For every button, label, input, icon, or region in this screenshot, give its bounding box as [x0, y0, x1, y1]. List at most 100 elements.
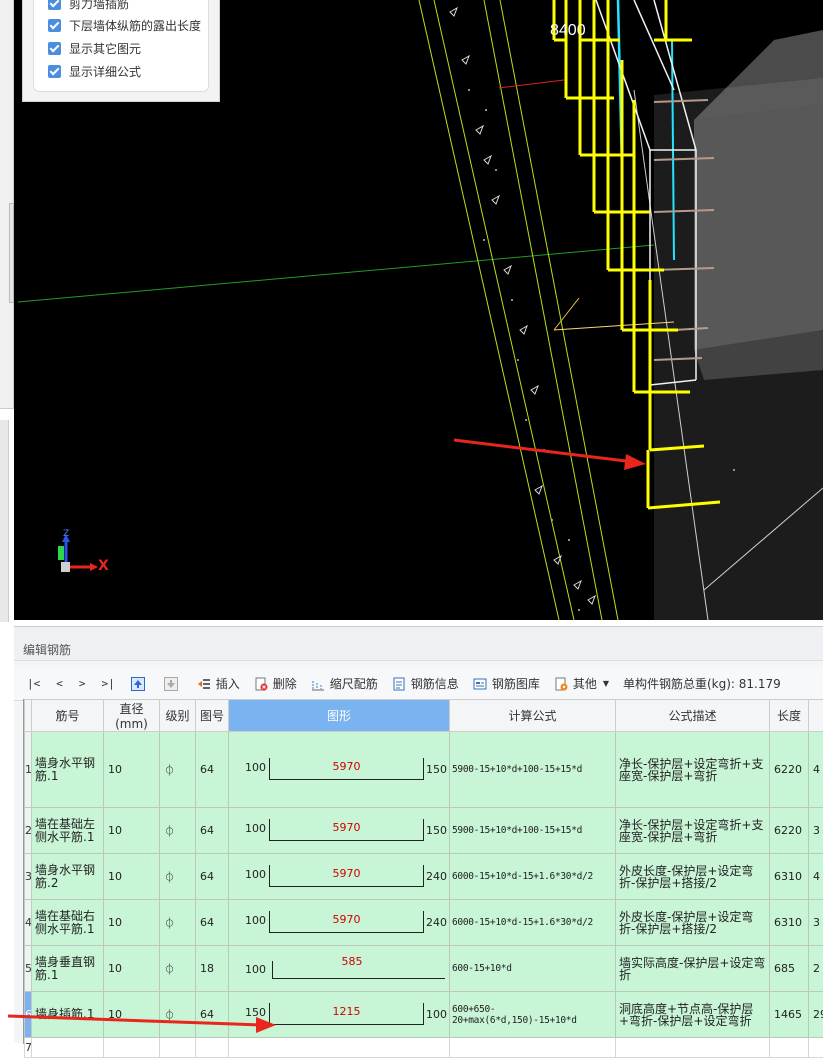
figure-no-cell[interactable]: 64	[196, 808, 229, 854]
shape-cell[interactable]: 1005970240	[229, 854, 450, 900]
shape-cell[interactable]: 1005970240	[229, 900, 450, 946]
formula-cell[interactable]: 600+650-20+max(6*d,150)-15+10*d	[450, 992, 616, 1038]
formula-desc-cell[interactable]: 净长-保护层+设定弯折+支座宽-保护层+弯折	[616, 732, 770, 808]
length-cell[interactable]: 6310	[770, 900, 809, 946]
grade-cell[interactable]: ⏀	[160, 946, 196, 992]
move-down-button[interactable]	[164, 677, 183, 691]
row-number[interactable]: 2	[25, 808, 32, 854]
row-number[interactable]: 7	[25, 1038, 32, 1058]
row-number[interactable]: 3	[25, 854, 32, 900]
diameter-cell[interactable]: 10	[104, 808, 160, 854]
extra-cell[interactable]: 3	[809, 900, 823, 946]
diameter-cell[interactable]: 10	[104, 900, 160, 946]
table-row[interactable]: 2墙在基础左侧水平筋.110⏀6410059701505900-15+10*d+…	[25, 808, 823, 854]
col-header-extra[interactable]	[809, 700, 823, 732]
extra-cell[interactable]	[809, 1038, 823, 1058]
formula-cell[interactable]: 6000-15+10*d-15+1.6*30*d/2	[450, 854, 616, 900]
shape-cell[interactable]	[229, 1038, 450, 1058]
formula-cell[interactable]: 5900-15+10*d+100-15+15*d	[450, 732, 616, 808]
bar-name-cell[interactable]: 墙身垂直钢筋.1	[32, 946, 104, 992]
panel-scrollbar[interactable]	[0, 420, 9, 622]
insert-button[interactable]: 插入	[197, 675, 240, 692]
next-record-button[interactable]: >	[79, 677, 86, 690]
checkbox-checked-icon[interactable]	[48, 42, 61, 55]
formula-desc-cell[interactable]	[616, 1038, 770, 1058]
table-row[interactable]: 3墙身水平钢筋.210⏀6410059702406000-15+10*d-15+…	[25, 854, 823, 900]
col-header-shape[interactable]: 图形	[229, 700, 450, 732]
col-header-grade[interactable]: 级别	[160, 700, 196, 732]
diameter-cell[interactable]: 10	[104, 732, 160, 808]
col-header-bar-no[interactable]: 筋号	[32, 700, 104, 732]
bar-name-cell[interactable]: 墙在基础左侧水平筋.1	[32, 808, 104, 854]
diameter-cell[interactable]: 10	[104, 946, 160, 992]
length-cell[interactable]: 685	[770, 946, 809, 992]
length-cell[interactable]: 1465	[770, 992, 809, 1038]
diameter-cell[interactable]: 10	[104, 854, 160, 900]
rebar-library-button[interactable]: 钢筋图库	[473, 675, 540, 692]
col-header-figure-no[interactable]: 图号	[196, 700, 229, 732]
col-header-length[interactable]: 长度	[770, 700, 809, 732]
formula-cell[interactable]: 5900-15+10*d+100-15+15*d	[450, 808, 616, 854]
figure-no-cell[interactable]: 64	[196, 854, 229, 900]
checkbox-checked-icon[interactable]	[48, 65, 61, 78]
extra-cell[interactable]: 4	[809, 732, 823, 808]
figure-no-cell[interactable]: 64	[196, 732, 229, 808]
formula-desc-cell[interactable]: 洞底高度+节点高-保护层+弯折-保护层+设定弯折	[616, 992, 770, 1038]
col-header-formula[interactable]: 计算公式	[450, 700, 616, 732]
formula-desc-cell[interactable]: 外皮长度-保护层+设定弯折-保护层+搭接/2	[616, 854, 770, 900]
extra-cell[interactable]: 29	[809, 992, 823, 1038]
row-number[interactable]: 1	[25, 732, 32, 808]
bar-name-cell[interactable]: 墙身水平钢筋.1	[32, 732, 104, 808]
shape-cell[interactable]: 1005970150	[229, 808, 450, 854]
last-record-button[interactable]: >|	[102, 677, 115, 690]
shape-cell[interactable]: 100585	[229, 946, 450, 992]
figure-no-cell[interactable]: 64	[196, 900, 229, 946]
bar-name-cell[interactable]: 墙在基础右侧水平筋.1	[32, 900, 104, 946]
length-cell[interactable]	[770, 1038, 809, 1058]
shape-cell[interactable]: 1005970150	[229, 732, 450, 808]
option-show-other-elements[interactable]: 显示其它图元	[48, 39, 141, 57]
table-row[interactable]: 1墙身水平钢筋.110⏀6410059701505900-15+10*d+100…	[25, 732, 823, 808]
col-header-diameter[interactable]: 直径(mm)	[104, 700, 160, 732]
figure-no-cell[interactable]: 18	[196, 946, 229, 992]
length-cell[interactable]: 6220	[770, 808, 809, 854]
bar-name-cell[interactable]	[32, 1038, 104, 1058]
extra-cell[interactable]: 2	[809, 946, 823, 992]
length-cell[interactable]: 6310	[770, 854, 809, 900]
extra-cell[interactable]: 3	[809, 808, 823, 854]
option-exposed-length[interactable]: 下层墙体纵筋的露出长度	[48, 16, 201, 34]
delete-button[interactable]: 删除	[254, 675, 297, 692]
col-header-formula-desc[interactable]: 公式描述	[616, 700, 770, 732]
3d-viewport[interactable]: 8400 剪力墙插筋 下层墙体纵筋的露出长度 显示其它图元 显示详细公式 X Z	[0, 0, 823, 622]
bar-name-cell[interactable]: 墙身水平钢筋.2	[32, 854, 104, 900]
figure-no-cell[interactable]	[196, 1038, 229, 1058]
rebar-info-button[interactable]: 钢筋信息	[392, 675, 459, 692]
extra-cell[interactable]: 4	[809, 854, 823, 900]
grade-cell[interactable]: ⏀	[160, 900, 196, 946]
formula-cell[interactable]	[450, 1038, 616, 1058]
checkbox-checked-icon[interactable]	[48, 19, 61, 32]
length-cell[interactable]: 6220	[770, 732, 809, 808]
row-number[interactable]: 5	[25, 946, 32, 992]
grade-cell[interactable]	[160, 1038, 196, 1058]
formula-desc-cell[interactable]: 外皮长度-保护层+设定弯折-保护层+搭接/2	[616, 900, 770, 946]
table-row-empty[interactable]: 7	[25, 1038, 823, 1058]
prev-record-button[interactable]: <	[56, 677, 63, 690]
formula-desc-cell[interactable]: 净长-保护层+设定弯折+支座宽-保护层+弯折	[616, 808, 770, 854]
checkbox-checked-icon[interactable]	[48, 0, 61, 10]
move-up-button[interactable]	[131, 677, 150, 691]
formula-desc-cell[interactable]: 墙实际高度-保护层+设定弯折	[616, 946, 770, 992]
table-row[interactable]: 4墙在基础右侧水平筋.110⏀6410059702406000-15+10*d-…	[25, 900, 823, 946]
option-show-detailed-formula[interactable]: 显示详细公式	[48, 62, 141, 80]
grade-cell[interactable]: ⏀	[160, 854, 196, 900]
table-row[interactable]: 5墙身垂直钢筋.110⏀18100585600-15+10*d墙实际高度-保护层…	[25, 946, 823, 992]
formula-cell[interactable]: 6000-15+10*d-15+1.6*30*d/2	[450, 900, 616, 946]
diameter-cell[interactable]	[104, 1038, 160, 1058]
option-wall-dowels[interactable]: 剪力墙插筋	[48, 0, 129, 12]
other-menu-button[interactable]: 其他▼	[554, 675, 609, 692]
row-number[interactable]: 4	[25, 900, 32, 946]
scale-rebar-button[interactable]: 缩尺配筋	[311, 675, 378, 692]
grade-cell[interactable]: ⏀	[160, 808, 196, 854]
first-record-button[interactable]: |<	[27, 677, 40, 690]
grade-cell[interactable]: ⏀	[160, 732, 196, 808]
